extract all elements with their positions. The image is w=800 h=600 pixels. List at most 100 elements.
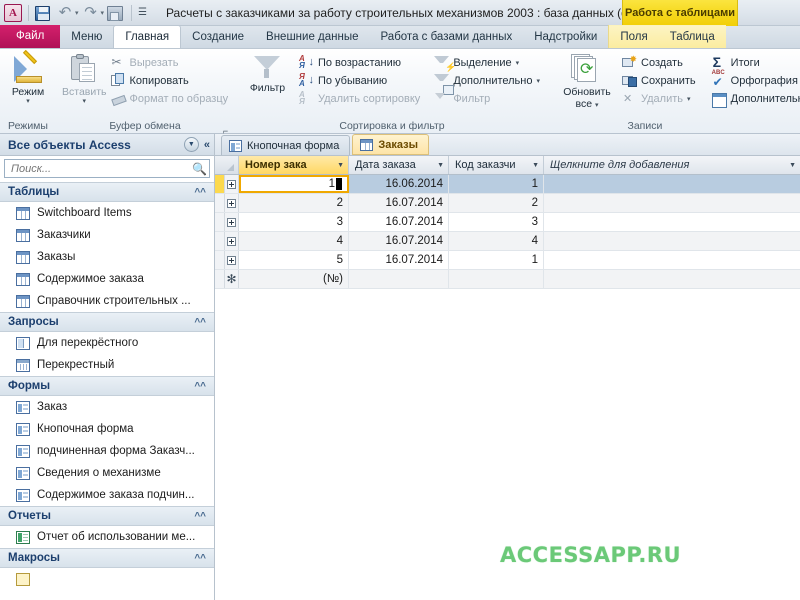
print-preview-icon[interactable] xyxy=(107,4,125,22)
selection-button[interactable]: Выделение ▾ xyxy=(430,54,544,73)
cell-nomer-zakaza[interactable]: 4 xyxy=(239,232,349,250)
nav-item-switchboard-items[interactable]: Switchboard Items xyxy=(0,202,214,224)
table-row[interactable]: 1 16.06.2014 1 xyxy=(215,175,800,194)
new-record-row[interactable]: ✻ (№) xyxy=(215,270,800,289)
tab-fields[interactable]: Поля xyxy=(609,26,659,48)
tab-menu[interactable]: Меню xyxy=(60,26,113,48)
access-logo-icon[interactable]: A xyxy=(4,3,22,22)
cell-nomer-zakaza[interactable]: 2 xyxy=(239,194,349,212)
table-row[interactable]: 2 16.07.2014 2 xyxy=(215,194,800,213)
cell-new-add-new[interactable] xyxy=(544,270,800,288)
column-header-kod-zakazchika[interactable]: Код заказчи ▼ xyxy=(449,156,544,174)
chevron-down-icon[interactable]: ▾ xyxy=(26,98,30,105)
view-button[interactable]: Режим ▾ xyxy=(6,49,50,105)
row-selector[interactable] xyxy=(215,194,225,212)
row-selector[interactable] xyxy=(215,232,225,250)
paste-button[interactable]: Вставить ▾ xyxy=(62,52,107,105)
cell-add-new[interactable] xyxy=(544,251,800,269)
clipboard-dialog-launcher-icon[interactable]: ⌐ xyxy=(221,124,230,136)
doc-tab-knopochnaya-forma[interactable]: Кнопочная форма xyxy=(221,135,351,155)
refresh-all-button[interactable]: ⟳ Обновить все ▾ xyxy=(556,52,618,110)
tab-external-data[interactable]: Внешние данные xyxy=(255,26,369,48)
chevron-up-icon[interactable]: ^^ xyxy=(194,553,206,564)
column-header-nomer-zakaza[interactable]: Номер зака ▼ xyxy=(239,156,349,174)
cell-add-new[interactable] xyxy=(544,232,800,250)
cell-add-new[interactable] xyxy=(544,194,800,212)
save-record-button[interactable]: Сохранить xyxy=(618,72,700,89)
tab-table[interactable]: Таблица xyxy=(658,26,726,48)
row-selector[interactable] xyxy=(215,251,225,269)
cell-data-zakaza[interactable]: 16.06.2014 xyxy=(349,175,449,193)
column-header-add-new-field[interactable]: Щелкните для добавления ▼ xyxy=(544,156,800,174)
row-expand-toggle[interactable] xyxy=(225,213,239,231)
column-header-data-zakaza[interactable]: Дата заказа ▼ xyxy=(349,156,449,174)
doc-tab-zakazy[interactable]: Заказы xyxy=(352,134,429,155)
advanced-filter-button[interactable]: Дополнительно ▾ xyxy=(430,72,544,95)
row-selector[interactable] xyxy=(215,213,225,231)
nav-item-soderzhimoe-podchin[interactable]: Содержимое заказа подчин... xyxy=(0,484,214,506)
double-chevron-left-icon[interactable]: « xyxy=(204,139,210,151)
chevron-up-icon[interactable]: ^^ xyxy=(194,187,206,198)
nav-item-zakazy[interactable]: Заказы xyxy=(0,246,214,268)
nav-item-dlya-perekrestnogo[interactable]: Для перекрёстного xyxy=(0,332,214,354)
navigation-pane-header[interactable]: Все объекты Access ▼ « xyxy=(0,134,214,156)
delete-record-button[interactable]: Удалить ▾ xyxy=(618,90,700,107)
cell-nomer-zakaza[interactable]: 3 xyxy=(239,213,349,231)
chevron-up-icon[interactable]: ^^ xyxy=(194,381,206,392)
spelling-button[interactable]: Орфография xyxy=(708,70,800,89)
search-icon[interactable]: 🔍 xyxy=(192,162,207,176)
totals-button[interactable]: Итоги xyxy=(708,54,800,71)
cut-button[interactable]: Вырезать xyxy=(107,54,233,71)
nav-item-soderzhimoe-zakaza[interactable]: Содержимое заказа xyxy=(0,268,214,290)
cell-kod-zakazchika[interactable]: 1 xyxy=(449,175,544,193)
chevron-up-icon[interactable]: ^^ xyxy=(194,511,206,522)
tab-addins[interactable]: Надстройки xyxy=(523,26,608,48)
clear-sort-button[interactable]: АЯ Удалить сортировку xyxy=(295,90,424,107)
table-row[interactable]: 3 16.07.2014 3 xyxy=(215,213,800,232)
nav-item-macro[interactable] xyxy=(0,568,214,590)
undo-icon[interactable]: ↶ xyxy=(56,4,74,22)
row-selector[interactable] xyxy=(215,270,225,288)
table-row[interactable]: 4 16.07.2014 4 xyxy=(215,232,800,251)
nav-group-tables[interactable]: Таблицы ^^ xyxy=(0,182,214,202)
select-all-corner[interactable] xyxy=(215,156,239,174)
chevron-down-icon[interactable]: ▾ xyxy=(595,102,599,109)
customize-qat-icon[interactable]: ☰ xyxy=(138,7,147,18)
cell-data-zakaza[interactable]: 16.07.2014 xyxy=(349,213,449,231)
chevron-down-icon[interactable]: ▼ xyxy=(334,162,344,169)
chevron-down-icon[interactable]: ▾ xyxy=(536,77,540,85)
filter-button[interactable]: Фильтр xyxy=(240,52,295,94)
cell-kod-zakazchika[interactable]: 3 xyxy=(449,213,544,231)
chevron-down-icon[interactable]: ▼ xyxy=(529,162,539,169)
row-expand-toggle[interactable] xyxy=(225,251,239,269)
tab-create[interactable]: Создание xyxy=(181,26,255,48)
row-expand-toggle[interactable] xyxy=(225,194,239,212)
chevron-down-icon[interactable]: ▼ xyxy=(786,162,796,169)
chevron-up-icon[interactable]: ^^ xyxy=(194,317,206,328)
cell-data-zakaza[interactable]: 16.07.2014 xyxy=(349,194,449,212)
cell-new-kod-zakazchika[interactable] xyxy=(449,270,544,288)
chevron-down-icon[interactable]: ▼ xyxy=(434,162,444,169)
nav-item-otchet-ob-ispolzovanii[interactable]: Отчет об использовании ме... xyxy=(0,526,214,548)
cell-kod-zakazchika[interactable]: 2 xyxy=(449,194,544,212)
row-expand-toggle[interactable] xyxy=(225,175,239,193)
undo-dropdown-caret[interactable]: ▾ xyxy=(75,9,79,17)
nav-group-queries[interactable]: Запросы ^^ xyxy=(0,312,214,332)
search-input[interactable] xyxy=(9,161,193,176)
chevron-down-icon[interactable]: ▼ xyxy=(183,137,199,152)
new-record-button[interactable]: Создать xyxy=(618,54,700,71)
cell-new-nomer-zakaza[interactable]: (№) xyxy=(239,270,349,288)
tab-database-tools[interactable]: Работа с базами данных xyxy=(370,26,524,48)
nav-item-zakazchiki[interactable]: Заказчики xyxy=(0,224,214,246)
chevron-down-icon[interactable]: ▾ xyxy=(687,95,691,103)
cell-new-data-zakaza[interactable] xyxy=(349,270,449,288)
cell-nomer-zakaza[interactable]: 1 xyxy=(239,175,349,193)
nav-item-knopochnaya-forma[interactable]: Кнопочная форма xyxy=(0,418,214,440)
more-records-button[interactable]: Дополнительно xyxy=(708,90,800,108)
cell-add-new[interactable] xyxy=(544,175,800,193)
nav-group-forms[interactable]: Формы ^^ xyxy=(0,376,214,396)
cell-add-new[interactable] xyxy=(544,213,800,231)
chevron-down-icon[interactable]: ▾ xyxy=(83,98,87,105)
nav-item-svedeniya-o-mehanizme[interactable]: Сведения о механизме xyxy=(0,462,214,484)
cell-kod-zakazchika[interactable]: 4 xyxy=(449,232,544,250)
